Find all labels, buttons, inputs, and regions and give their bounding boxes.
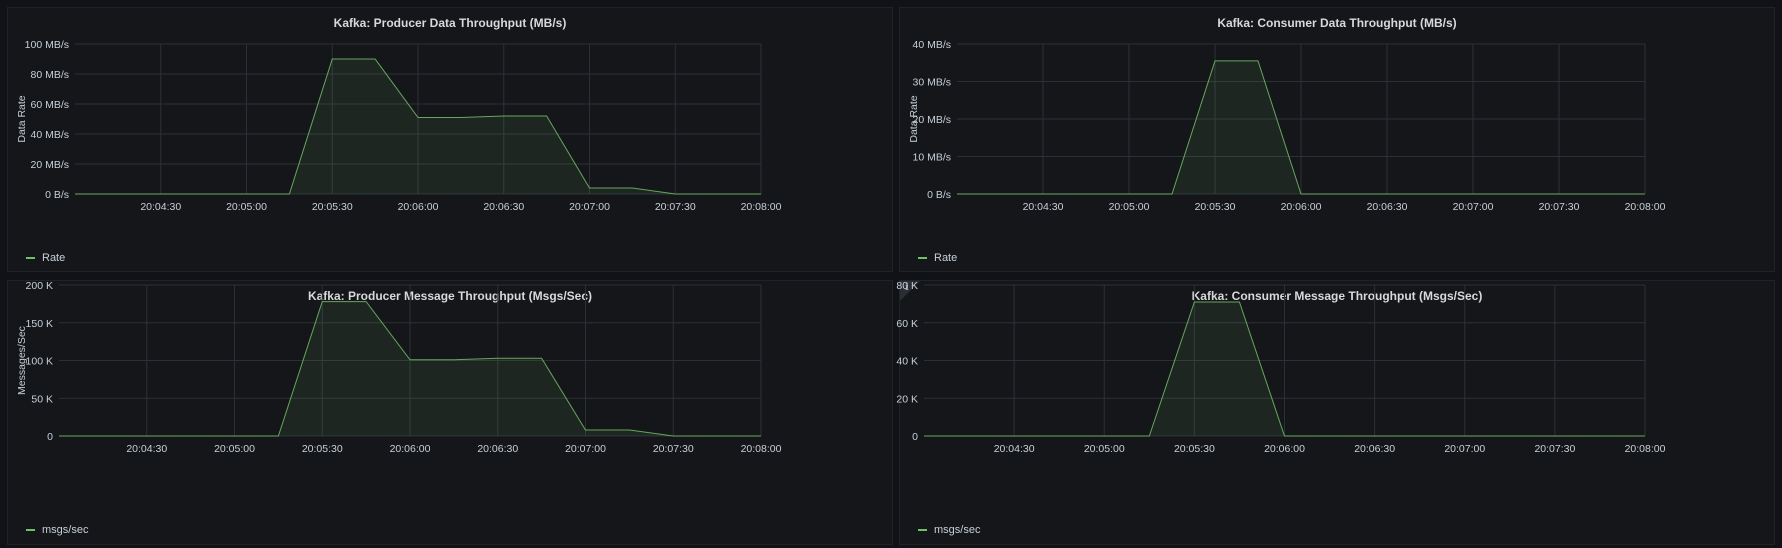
x-tick-label: 20:08:00	[741, 443, 782, 455]
panel-producer-data-throughput[interactable]: Kafka: Producer Data Throughput (MB/s) 0…	[7, 7, 893, 272]
x-tick-label: 20:05:00	[226, 201, 267, 213]
y-tick-label: 0 B/s	[927, 189, 951, 201]
x-tick-label: 20:05:30	[312, 201, 353, 213]
x-tick-label: 20:05:30	[1195, 201, 1236, 213]
y-tick-label: 0	[47, 431, 53, 443]
x-tick-label: 20:06:30	[477, 443, 518, 455]
y-tick-label: 40 MB/s	[912, 39, 951, 51]
panel-consumer-message-throughput[interactable]: ℹ Kafka: Consumer Message Throughput (Ms…	[896, 280, 1776, 546]
y-tick-label: 40 MB/s	[30, 129, 69, 141]
y-axis-label: Data Rate	[16, 95, 28, 142]
y-tick-label: 200 K	[26, 280, 53, 292]
y-tick-label: 50 K	[31, 393, 53, 405]
y-axis-label: Messages/Sec	[16, 326, 28, 395]
x-tick-label: 20:07:00	[1453, 201, 1494, 213]
legend[interactable]: msgs/sec	[26, 524, 88, 536]
y-tick-label: 100 MB/s	[25, 39, 69, 51]
x-tick-label: 20:05:00	[214, 443, 255, 455]
x-tick-label: 20:05:00	[1109, 201, 1150, 213]
x-tick-label: 20:06:00	[1281, 201, 1322, 213]
x-tick-label: 20:05:30	[1174, 443, 1215, 455]
x-tick-label: 20:08:00	[741, 201, 782, 213]
legend-swatch	[26, 257, 35, 259]
y-tick-label: 80 MB/s	[30, 69, 69, 81]
legend-swatch	[918, 257, 927, 259]
legend[interactable]: msgs/sec	[918, 524, 980, 536]
x-tick-label: 20:05:00	[1084, 443, 1125, 455]
producer-message-throughput-chart[interactable]: 0 50 K 100 K 150 K 200 K 20:04:30 20:05:00 20:0…	[8, 280, 894, 546]
y-tick-label: 60 MB/s	[30, 99, 69, 111]
panel-consumer-data-throughput[interactable]: Kafka: Consumer Data Throughput (MB/s) 0…	[899, 7, 1775, 272]
panel-producer-message-throughput[interactable]: Kafka: Producer Message Throughput (Msgs…	[7, 280, 893, 545]
x-tick-label: 20:04:30	[994, 443, 1035, 455]
x-tick-label: 20:04:30	[140, 201, 181, 213]
x-tick-label: 20:05:30	[302, 443, 343, 455]
x-tick-label: 20:07:30	[1534, 443, 1575, 455]
y-tick-label: 100 K	[26, 356, 53, 368]
x-tick-label: 20:07:00	[569, 201, 610, 213]
y-axis-label: Data Rate	[908, 95, 920, 142]
x-tick-label: 20:07:30	[653, 443, 694, 455]
consumer-message-throughput-chart[interactable]: 0 20 K 40 K 60 K 80 K 20:04:30 20:05:00 20:05:3…	[896, 280, 1776, 546]
x-tick-label: 20:07:00	[1444, 443, 1485, 455]
legend[interactable]: Rate	[26, 252, 65, 264]
x-tick-label: 20:08:00	[1625, 443, 1666, 455]
y-tick-label: 10 MB/s	[912, 152, 951, 164]
y-tick-label: 0 B/s	[45, 189, 69, 201]
x-tick-label: 20:06:30	[1354, 443, 1395, 455]
y-tick-label: 150 K	[26, 318, 53, 330]
legend-swatch	[26, 529, 35, 531]
x-tick-label: 20:06:30	[1367, 201, 1408, 213]
x-tick-label: 20:04:30	[1023, 201, 1064, 213]
legend-label[interactable]: Rate	[42, 252, 65, 264]
legend-label[interactable]: msgs/sec	[42, 524, 88, 536]
y-tick-label: 0	[912, 431, 918, 443]
x-tick-label: 20:06:00	[1264, 443, 1305, 455]
x-tick-label: 20:06:30	[483, 201, 524, 213]
y-tick-label: 40 K	[896, 356, 918, 368]
x-tick-label: 20:08:00	[1625, 201, 1666, 213]
producer-data-throughput-chart[interactable]: 0 B/s 20 MB/s 40 MB/s 60 MB/s 80 MB/s 100 MB/…	[8, 8, 894, 273]
legend-label[interactable]: Rate	[934, 252, 957, 264]
legend-label[interactable]: msgs/sec	[934, 524, 980, 536]
x-tick-label: 20:06:00	[390, 443, 431, 455]
x-tick-label: 20:04:30	[126, 443, 167, 455]
x-tick-label: 20:07:30	[655, 201, 696, 213]
x-tick-label: 20:07:00	[565, 443, 606, 455]
y-tick-label: 20 MB/s	[30, 159, 69, 171]
y-tick-label: 20 K	[896, 393, 918, 405]
legend-swatch	[918, 529, 927, 531]
y-tick-label: 30 MB/s	[912, 77, 951, 89]
legend[interactable]: Rate	[918, 252, 957, 264]
consumer-data-throughput-chart[interactable]: 0 B/s10 MB/s20 MB/s30 MB/s40 MB/s20:04:3…	[900, 8, 1776, 273]
y-tick-label: 60 K	[896, 318, 918, 330]
x-tick-label: 20:06:00	[398, 201, 439, 213]
y-tick-label: 80 K	[896, 280, 918, 292]
x-tick-label: 20:07:30	[1539, 201, 1580, 213]
